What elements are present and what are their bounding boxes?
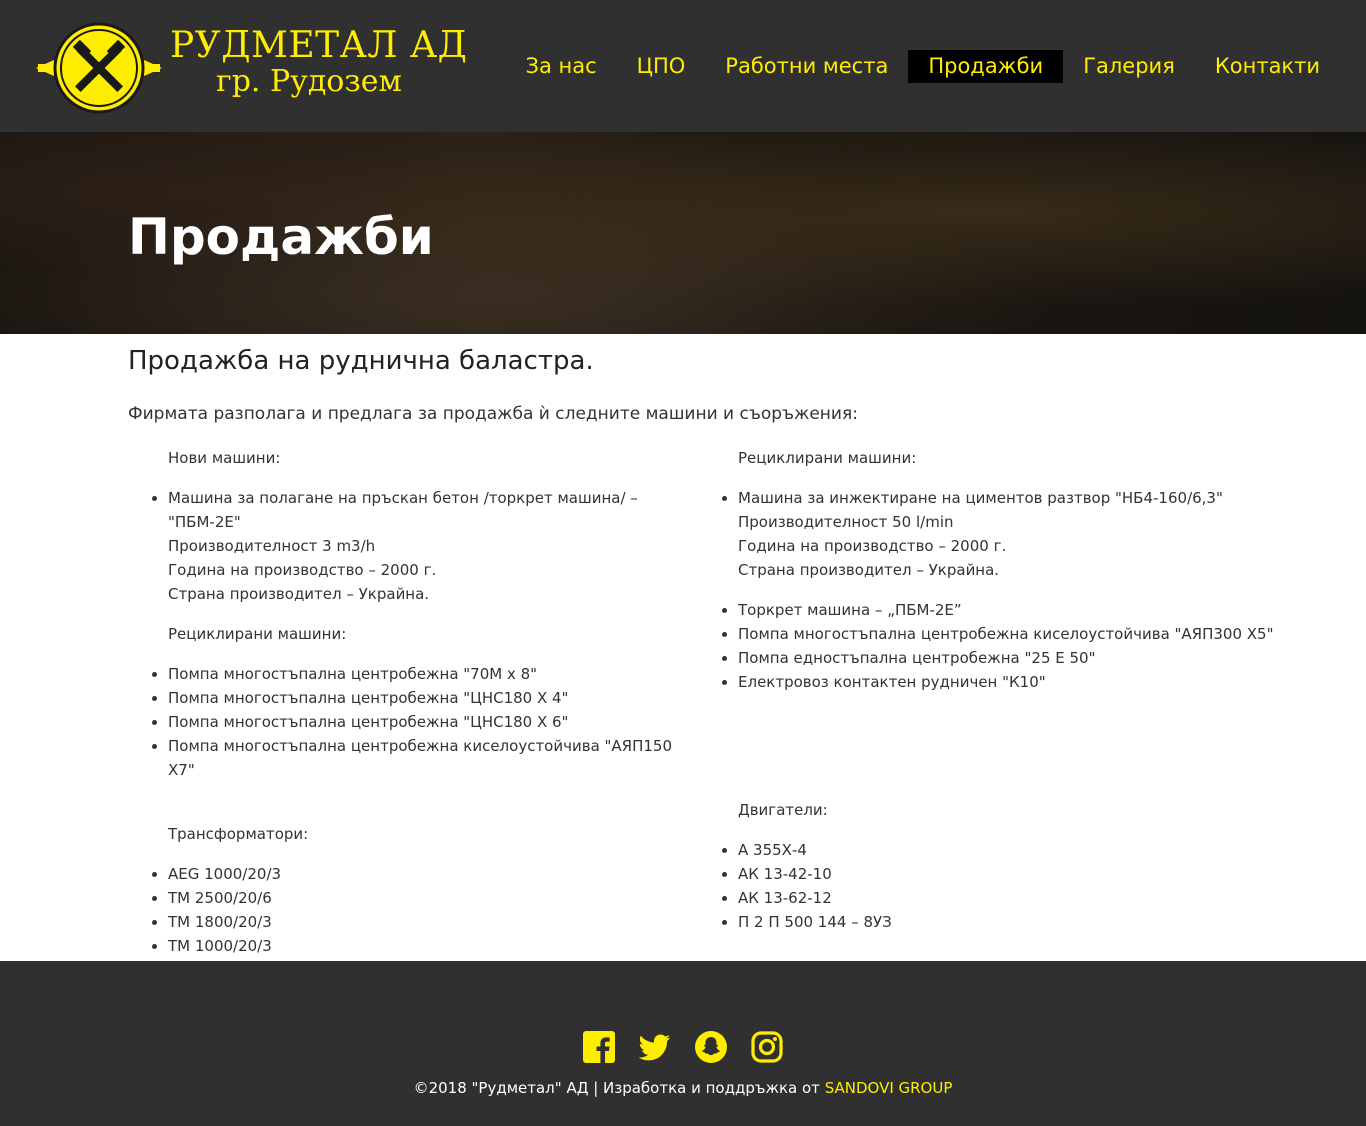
nav-item-jobs[interactable]: Работни места bbox=[705, 50, 908, 83]
list-item: AEG 1000/20/3 bbox=[168, 862, 698, 886]
list-item: П 2 П 500 144 – 8УЗ bbox=[738, 910, 1298, 934]
list-item: А 355Х-4 bbox=[738, 838, 1298, 862]
page-title: Продажби bbox=[128, 208, 434, 266]
engines-title: Двигатели: bbox=[738, 801, 828, 819]
item-line: Страна производител – Украйна. bbox=[738, 561, 1000, 579]
list-item: АК 13-42-10 bbox=[738, 862, 1298, 886]
instagram-icon[interactable] bbox=[751, 1031, 783, 1063]
site-header: РУДМЕТАЛ АД гр. Рудозем За нас ЦПО Работ… bbox=[0, 0, 1366, 132]
list-item: Електровоз контактен рудничен "К10" bbox=[738, 670, 1298, 694]
nav-item-contacts[interactable]: Контакти bbox=[1195, 50, 1340, 83]
item-line: Машина за инжектиране на циментов разтво… bbox=[738, 489, 1223, 507]
list-item: Помпа многостъпална центробежна "ЦНС180 … bbox=[168, 686, 698, 710]
recycled-machines-title: Рециклирани машини: bbox=[168, 625, 347, 643]
snapchat-icon[interactable] bbox=[695, 1031, 727, 1063]
recycled-machines-list: Помпа многостъпална центробежна "70М х 8… bbox=[128, 662, 698, 782]
copyright: ©2018 "Рудметал" АД | Изработка и поддръ… bbox=[0, 1079, 1366, 1097]
recycled-others-list: Торкрет машина – „ПБМ-2Е” Помпа многостъ… bbox=[698, 598, 1298, 694]
brand-name: РУДМЕТАЛ АД bbox=[170, 25, 468, 66]
copyright-text: ©2018 "Рудметал" АД | Изработка и поддръ… bbox=[413, 1079, 825, 1097]
machines-grid: Нови машини: Машина за полагане на пръск… bbox=[128, 446, 1366, 974]
intro-text: Фирмата разполага и предлага за продажба… bbox=[128, 404, 858, 424]
list-item: Помпа многостъпална центробежна киселоус… bbox=[168, 734, 698, 782]
nav-item-cpo[interactable]: ЦПО bbox=[617, 50, 706, 83]
item-line: Производителност 3 m3/h bbox=[168, 537, 376, 555]
engines-list: А 355Х-4 АК 13-42-10 АК 13-62-12 П 2 П 5… bbox=[698, 838, 1298, 934]
list-item: Машина за полагане на пръскан бетон /тор… bbox=[168, 486, 698, 606]
recycled-first-list: Машина за инжектиране на циментов разтво… bbox=[698, 486, 1298, 582]
new-machines-list: Машина за полагане на пръскан бетон /тор… bbox=[128, 486, 698, 606]
social-links bbox=[0, 1031, 1366, 1063]
item-line: "ПБМ-2Е" bbox=[168, 513, 241, 531]
left-column: Нови машини: Машина за полагане на пръск… bbox=[128, 446, 698, 974]
facebook-icon[interactable] bbox=[583, 1031, 615, 1063]
list-item: Машина за инжектиране на циментов разтво… bbox=[738, 486, 1298, 582]
item-line: Страна производител – Украйна. bbox=[168, 585, 430, 603]
twitter-icon[interactable] bbox=[639, 1031, 671, 1063]
logo-icon[interactable] bbox=[34, 20, 164, 116]
nav-item-sales[interactable]: Продажби bbox=[908, 50, 1064, 83]
list-item: Помпа многостъпална центробежна киселоус… bbox=[738, 622, 1298, 646]
list-item: ТМ 1800/20/3 bbox=[168, 910, 698, 934]
new-machines-title: Нови машини: bbox=[168, 449, 281, 467]
brand[interactable]: РУДМЕТАЛ АД гр. Рудозем bbox=[170, 26, 467, 98]
list-item: Торкрет машина – „ПБМ-2Е” bbox=[738, 598, 1298, 622]
item-line: Машина за полагане на пръскан бетон /тор… bbox=[168, 489, 638, 507]
brand-city: гр. Рудозем bbox=[216, 64, 402, 99]
nav-item-gallery[interactable]: Галерия bbox=[1063, 50, 1195, 83]
right-column: Рециклирани машини: Машина за инжектиран… bbox=[698, 446, 1298, 974]
list-item: ТМ 1000/20/3 bbox=[168, 934, 698, 958]
list-item: Помпа многостъпална центробежна "ЦНС180 … bbox=[168, 710, 698, 734]
nav-item-about[interactable]: За нас bbox=[506, 50, 617, 83]
item-line: Година на производство – 2000 г. bbox=[738, 537, 1007, 555]
recycled-machines-title-right: Рециклирани машини: bbox=[738, 449, 917, 467]
item-line: Година на производство – 2000 г. bbox=[168, 561, 437, 579]
site-footer: ©2018 "Рудметал" АД | Изработка и поддръ… bbox=[0, 961, 1366, 1126]
list-item: ТМ 2500/20/6 bbox=[168, 886, 698, 910]
main-content: Продажба на руднична баластра. Фирмата р… bbox=[0, 334, 1366, 974]
hero-banner: Продажби bbox=[0, 132, 1366, 334]
list-item: Помпа едностъпална центробежна "25 Е 50" bbox=[738, 646, 1298, 670]
main-nav: За нас ЦПО Работни места Продажби Галери… bbox=[506, 50, 1340, 83]
list-item: АК 13-62-12 bbox=[738, 886, 1298, 910]
section-heading: Продажба на руднична баластра. bbox=[128, 346, 594, 376]
transformers-title: Трансформатори: bbox=[168, 825, 309, 843]
developer-link[interactable]: SANDOVI GROUP bbox=[825, 1079, 953, 1097]
item-line: Производителност 50 l/min bbox=[738, 513, 954, 531]
list-item: Помпа многостъпална центробежна "70М х 8… bbox=[168, 662, 698, 686]
transformers-list: AEG 1000/20/3 ТМ 2500/20/6 ТМ 1800/20/3 … bbox=[128, 862, 698, 958]
